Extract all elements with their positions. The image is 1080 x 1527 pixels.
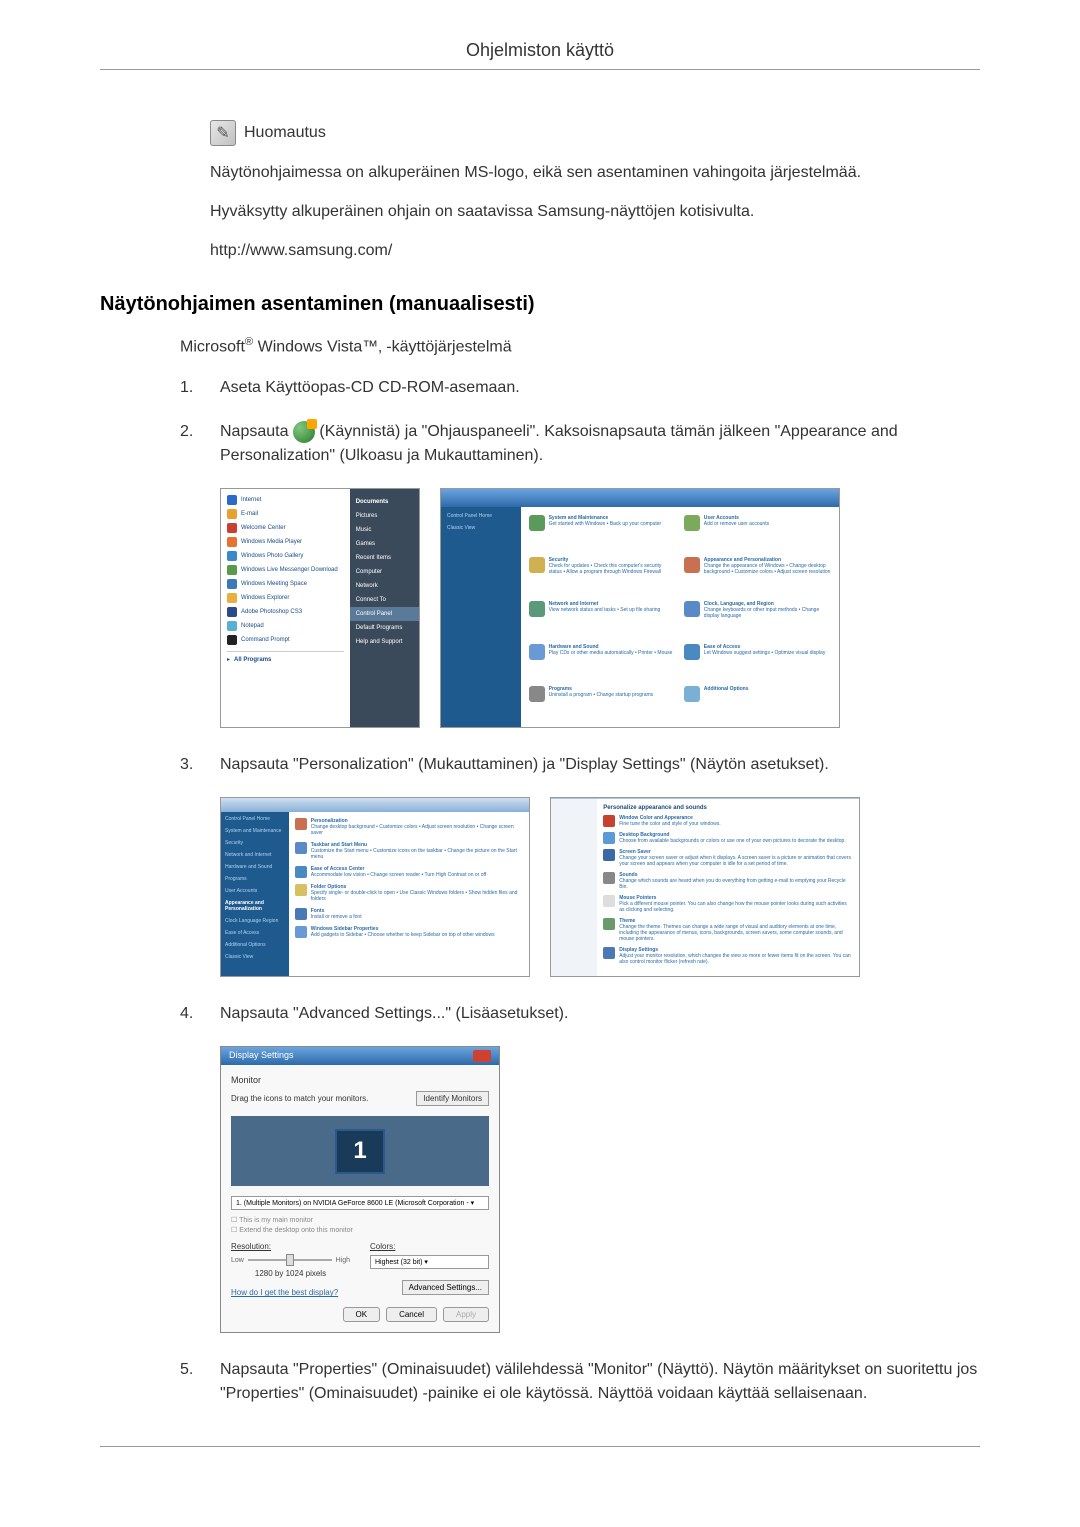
- screenshot-personalization: Personalize appearance and sounds Window…: [550, 797, 860, 977]
- step-4: 4. Napsauta "Advanced Settings..." (Lisä…: [180, 1002, 980, 1026]
- step-list-cont3: 5. Napsauta "Properties" (Ominaisuudet) …: [180, 1358, 980, 1406]
- screenshot-display-settings: Display Settings Monitor Drag the icons …: [220, 1046, 500, 1333]
- screenshot-row-1: Internet E-mail Welcome Center Windows M…: [220, 488, 980, 728]
- subtitle-suffix: Windows Vista™‚ -käyttöjärjestelmä: [253, 338, 511, 355]
- step-text: Napsauta "Properties" (Ominaisuudet) väl…: [220, 1358, 980, 1406]
- note-icon: ✎: [210, 120, 236, 146]
- step-text: Aseta Käyttöopas-CD CD-ROM-asemaan.: [220, 376, 980, 400]
- screenshot-appearance: Control Panel Home System and Maintenanc…: [220, 797, 530, 977]
- note-label: Huomautus: [244, 124, 326, 142]
- dialog-title: Display Settings: [229, 1050, 294, 1062]
- page-header: Ohjelmiston käyttö: [100, 40, 980, 70]
- screenshot-control-panel: Control Panel Home Classic View System a…: [440, 488, 840, 728]
- step-num: 5.: [180, 1358, 210, 1406]
- colors-label: Colors:: [370, 1242, 489, 1251]
- note-text-2: Hyväksytty alkuperäinen ohjain on saatav…: [210, 200, 980, 224]
- step-num: 2.: [180, 420, 210, 468]
- section-title: Näytönohjaimen asentaminen (manuaalisest…: [100, 293, 980, 316]
- colors-dropdown[interactable]: Highest (32 bit) ▾: [370, 1255, 489, 1269]
- resolution-slider[interactable]: Low High: [231, 1253, 350, 1267]
- monitor-1-icon[interactable]: 1: [335, 1129, 385, 1174]
- step-list-cont: 3. Napsauta "Personalization" (Mukauttam…: [180, 753, 980, 777]
- step-list-cont2: 4. Napsauta "Advanced Settings..." (Lisä…: [180, 1002, 980, 1026]
- step-text-a: Napsauta: [220, 423, 293, 440]
- step-num: 3.: [180, 753, 210, 777]
- note-url: http://www.samsung.com/: [210, 239, 980, 263]
- screenshot-row-2: Control Panel Home System and Maintenanc…: [220, 797, 980, 977]
- monitor-tab[interactable]: Monitor: [231, 1075, 489, 1085]
- step-text: Napsauta "Personalization" (Mukauttamine…: [220, 753, 980, 777]
- step-text-b: (Käynnistä) ja "Ohjauspaneeli". Kaksoisn…: [220, 423, 898, 464]
- subtitle: Microsoft® Windows Vista™‚ -käyttöjärjes…: [180, 336, 980, 356]
- screenshot-start-menu: Internet E-mail Welcome Center Windows M…: [220, 488, 420, 728]
- monitor-preview: 1: [231, 1116, 489, 1186]
- step-text: Napsauta "Advanced Settings..." (Lisäase…: [220, 1002, 980, 1026]
- apply-button[interactable]: Apply: [443, 1307, 489, 1322]
- footer-divider: [100, 1446, 980, 1447]
- step-text: Napsauta (Käynnistä) ja "Ohjauspaneeli".…: [220, 420, 980, 468]
- extend-desktop-checkbox[interactable]: ☐ Extend the desktop onto this monitor: [231, 1226, 489, 1234]
- advanced-settings-button[interactable]: Advanced Settings...: [402, 1280, 489, 1295]
- monitor-dropdown[interactable]: 1. (Multiple Monitors) on NVIDIA GeForce…: [231, 1196, 489, 1210]
- resolution-label: Resolution:: [231, 1242, 350, 1251]
- resolution-value: 1280 by 1024 pixels: [231, 1269, 350, 1278]
- subtitle-prefix: Microsoft: [180, 338, 245, 355]
- note-block: ✎ Huomautus Näytönohjaimessa on alkuperä…: [210, 120, 980, 263]
- step-5: 5. Napsauta "Properties" (Ominaisuudet) …: [180, 1358, 980, 1406]
- close-icon[interactable]: [473, 1050, 491, 1062]
- ok-button[interactable]: OK: [343, 1307, 381, 1322]
- identify-monitors-button[interactable]: Identify Monitors: [416, 1091, 489, 1106]
- step-list: 1. Aseta Käyttöopas-CD CD-ROM-asemaan. 2…: [180, 376, 980, 468]
- step-num: 4.: [180, 1002, 210, 1026]
- cancel-button[interactable]: Cancel: [386, 1307, 437, 1322]
- drag-text: Drag the icons to match your monitors.: [231, 1094, 368, 1103]
- note-text-1: Näytönohjaimessa on alkuperäinen MS-logo…: [210, 161, 980, 185]
- step-3: 3. Napsauta "Personalization" (Mukauttam…: [180, 753, 980, 777]
- step-1: 1. Aseta Käyttöopas-CD CD-ROM-asemaan.: [180, 376, 980, 400]
- start-orb-icon: [293, 421, 315, 443]
- main-monitor-checkbox[interactable]: ☐ This is my main monitor: [231, 1216, 489, 1224]
- step-num: 1.: [180, 376, 210, 400]
- step-2: 2. Napsauta (Käynnistä) ja "Ohjauspaneel…: [180, 420, 980, 468]
- help-link[interactable]: How do I get the best display?: [231, 1288, 338, 1297]
